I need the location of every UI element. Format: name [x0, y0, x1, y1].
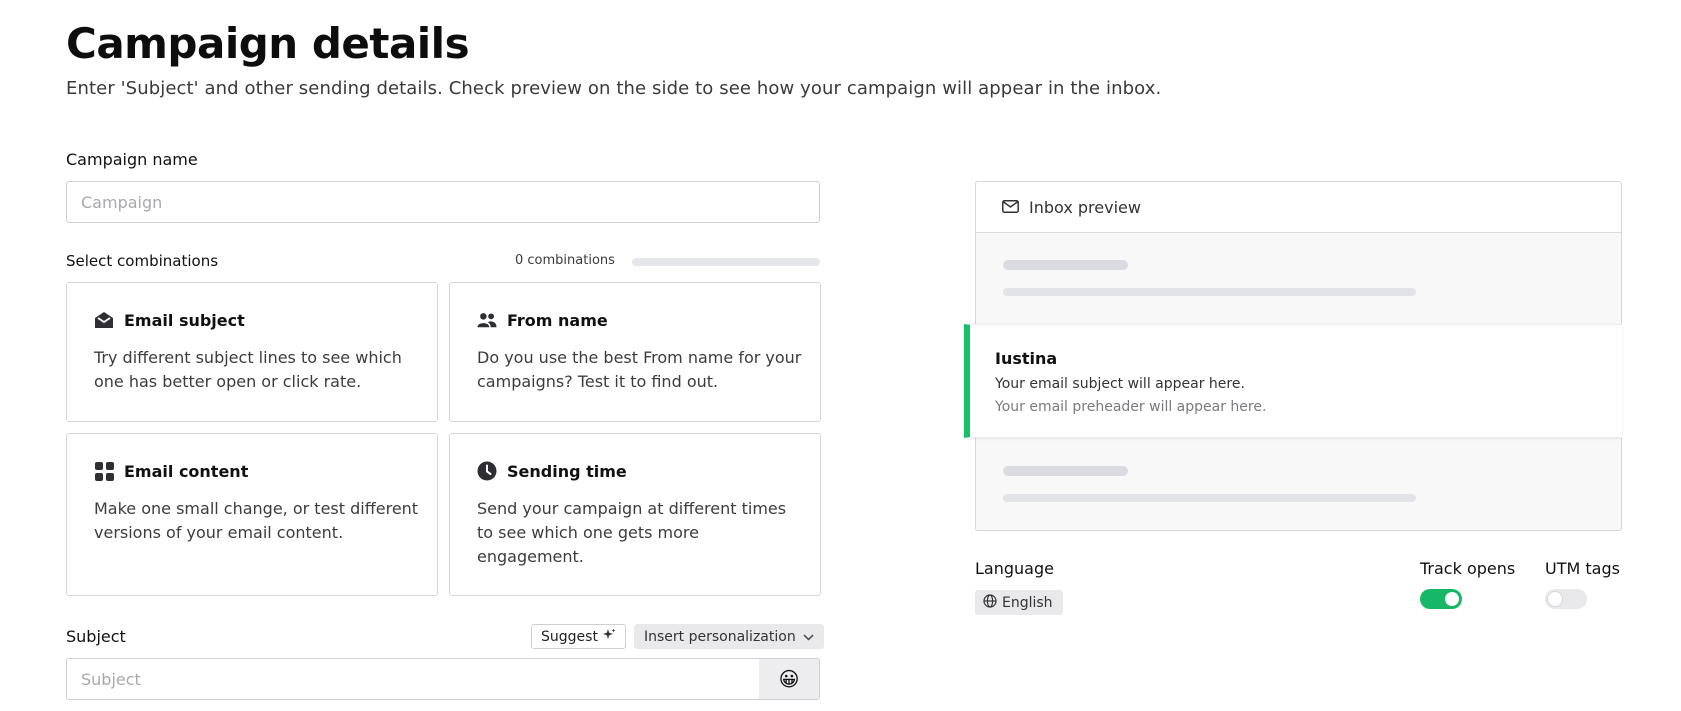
- card-description: Do you use the best From name for your c…: [477, 348, 802, 391]
- card-description: Make one small change, or test different…: [94, 499, 419, 542]
- campaign-name-placeholder: Campaign: [81, 192, 163, 212]
- campaign-name-label: Campaign name: [66, 150, 198, 169]
- grid-icon: [94, 461, 114, 481]
- track-opens-label: Track opens: [1420, 559, 1516, 578]
- combination-card-sending-time[interactable]: Sending time Send your campaign at diffe…: [449, 433, 821, 596]
- card-description: Try different subject lines to see which…: [94, 348, 402, 391]
- email-from-name: Iustina: [995, 349, 1058, 368]
- card-title: From name: [507, 310, 608, 330]
- combinations-label: Select combinations: [66, 252, 219, 270]
- insert-personalization-button[interactable]: Insert personalization: [634, 624, 824, 649]
- skeleton-line: [1003, 288, 1416, 296]
- skeleton-line: [1003, 494, 1416, 502]
- toggle-knob: [1548, 592, 1562, 606]
- language-selector[interactable]: English: [975, 590, 1063, 615]
- language-label: Language: [975, 559, 1054, 578]
- subject-input[interactable]: Subject: [66, 658, 760, 700]
- combination-card-from-name[interactable]: From name Do you use the best From name …: [449, 282, 821, 422]
- card-description: Send your campaign at different times to…: [477, 499, 787, 566]
- card-title: Email subject: [124, 310, 245, 330]
- mail-icon: [1002, 198, 1019, 217]
- combination-card-email-content[interactable]: Email content Make one small change, or …: [66, 433, 438, 596]
- email-subject-preview: Your email subject will appear here.: [995, 376, 1245, 392]
- sparkle-icon: [602, 628, 616, 645]
- chevron-down-icon: [803, 629, 814, 645]
- suggest-button[interactable]: Suggest: [531, 624, 626, 649]
- email-preheader-preview: Your email preheader will appear here.: [995, 399, 1267, 415]
- skeleton-line: [1003, 260, 1128, 270]
- inbox-preview-header: Inbox preview: [976, 182, 1621, 233]
- skeleton-line: [1003, 466, 1128, 476]
- page-title: Campaign details: [66, 19, 470, 68]
- globe-icon: [983, 593, 997, 612]
- utm-tags-toggle[interactable]: [1545, 589, 1587, 609]
- emoji-picker-button[interactable]: 😀: [759, 658, 820, 700]
- combination-card-email-subject[interactable]: Email subject Try different subject line…: [66, 282, 438, 422]
- combinations-progress-bar: [632, 258, 820, 266]
- language-value: English: [1002, 594, 1053, 611]
- card-title: Email content: [124, 461, 249, 481]
- combinations-count: 0 combinations: [515, 253, 615, 268]
- subject-label: Subject: [66, 627, 126, 646]
- toggle-knob: [1445, 592, 1459, 606]
- users-icon: [477, 310, 497, 330]
- card-title: Sending time: [507, 461, 627, 481]
- subject-placeholder: Subject: [81, 669, 141, 689]
- insert-personalization-label: Insert personalization: [644, 628, 796, 645]
- inbox-preview-email: Iustina Your email subject will appear h…: [964, 324, 1622, 438]
- page-subtitle: Enter 'Subject' and other sending detail…: [66, 78, 1162, 99]
- track-opens-toggle[interactable]: [1420, 589, 1462, 609]
- envelope-open-icon: [94, 310, 114, 330]
- clock-icon: [477, 461, 497, 481]
- smiley-icon: 😀: [778, 667, 800, 691]
- suggest-label: Suggest: [541, 628, 598, 645]
- campaign-name-input[interactable]: Campaign: [66, 181, 820, 223]
- utm-tags-label: UTM tags: [1545, 559, 1620, 578]
- inbox-preview-title: Inbox preview: [1029, 197, 1141, 217]
